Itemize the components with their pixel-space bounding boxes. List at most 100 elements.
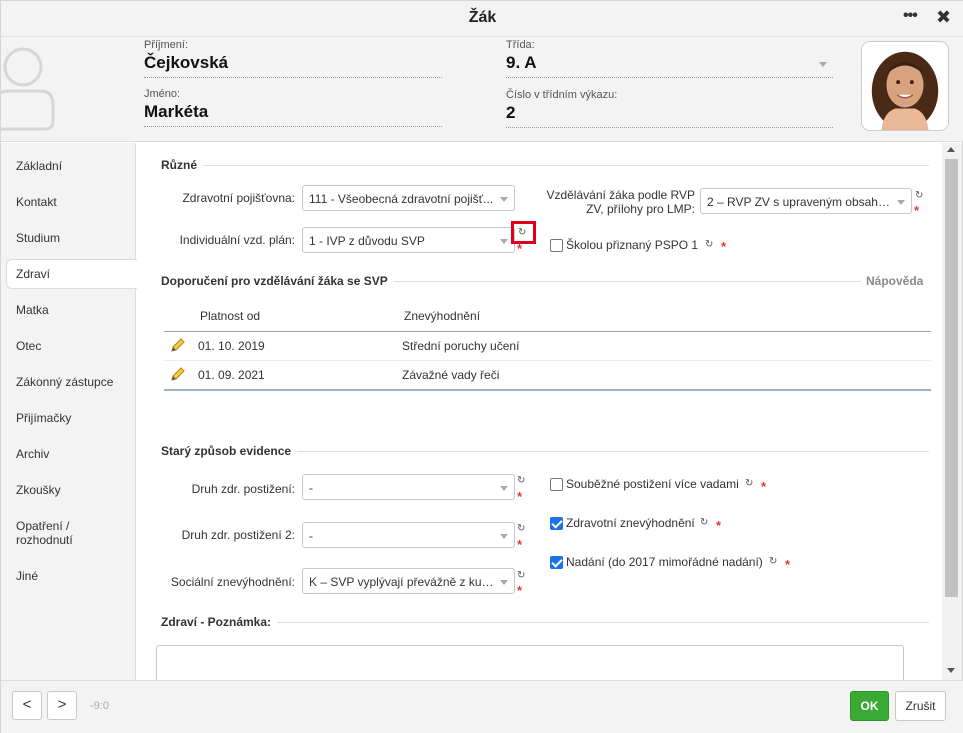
- surname-value: Čejkovská: [144, 53, 442, 78]
- health-panel: Různé Zdravotní pojišťovna: 111 - Všeobe…: [137, 143, 942, 680]
- help-link[interactable]: Nápověda: [866, 274, 923, 288]
- insurance-label: Zdravotní pojišťovna:: [182, 191, 295, 205]
- refresh-icon[interactable]: ↻: [517, 524, 525, 534]
- sidebar: Základní Kontakt Studium Zdraví Matka Ot…: [1, 143, 137, 680]
- note-textarea[interactable]: [156, 645, 904, 680]
- dialog-footer: < > -9:0 OK Zrušit: [1, 680, 963, 733]
- rvp-label-line1: Vzdělávání žáka podle RVP: [546, 188, 695, 202]
- sidebar-item-otec[interactable]: Otec: [1, 339, 136, 353]
- student-photo: [861, 41, 949, 131]
- sidebar-item-jine[interactable]: Jiné: [1, 569, 136, 583]
- refresh-icon[interactable]: ↻: [705, 240, 713, 250]
- pencil-icon[interactable]: [170, 366, 186, 382]
- section-title-poznamka: Zdraví - Poznámka:: [161, 615, 278, 629]
- refresh-icon[interactable]: ↻: [745, 479, 753, 489]
- scrollbar-thumb[interactable]: [945, 159, 958, 597]
- sidebar-item-zakonny-zastupce[interactable]: Zákonný zástupce: [1, 375, 136, 389]
- rvp-label-line2: ZV, přílohy pro LMP:: [586, 202, 695, 216]
- required-marker: *: [761, 479, 767, 494]
- class-label: Třída:: [506, 39, 535, 51]
- user-placeholder-icon: [1, 47, 55, 131]
- druh2-label: Druh zdr. postižení 2:: [181, 528, 295, 542]
- refresh-icon[interactable]: ↻: [915, 191, 923, 201]
- row-date: 01. 10. 2019: [198, 339, 265, 353]
- cancel-button[interactable]: Zrušit: [895, 691, 946, 721]
- soc-select[interactable]: K – SVP vyplývají převážně z kul...: [302, 568, 515, 594]
- surname-field: Příjmení: Čejkovská: [144, 39, 442, 78]
- pspo-label: Školou přiznaný PSPO 1: [566, 238, 699, 252]
- druh2-select[interactable]: -: [302, 522, 515, 548]
- dialog-title: Žák: [468, 9, 497, 26]
- sidebar-item-zdravi[interactable]: Zdraví: [6, 259, 137, 289]
- student-header: Příjmení: Čejkovská Jméno: Markéta Třída…: [1, 37, 963, 142]
- sidebar-item-zakladni[interactable]: Základní: [1, 159, 136, 173]
- soubezne-label: Souběžné postižení více vadami: [566, 477, 739, 491]
- title-bar: Žák ••• ✖: [1, 1, 963, 37]
- next-button[interactable]: >: [47, 691, 77, 720]
- required-marker: *: [517, 241, 523, 256]
- zdr-checkbox[interactable]: [550, 517, 563, 530]
- required-marker: *: [721, 239, 727, 254]
- row-disadvantage: Střední poruchy učení: [402, 339, 520, 353]
- ok-button[interactable]: OK: [850, 691, 889, 721]
- refresh-icon[interactable]: ↻: [517, 476, 525, 486]
- chevron-down-icon: [819, 62, 827, 67]
- required-marker: *: [914, 203, 920, 218]
- required-marker: *: [517, 537, 523, 552]
- class-value[interactable]: 9. A: [506, 53, 833, 78]
- scroll-down-icon[interactable]: [947, 668, 955, 673]
- soc-label: Sociální znevýhodnění:: [170, 575, 295, 589]
- nadani-label: Nadání (do 2017 mimořádné nadání): [566, 555, 763, 569]
- row-date: 01. 09. 2021: [198, 368, 265, 382]
- plan-select[interactable]: 1 - IVP z důvodu SVP: [302, 227, 515, 253]
- zdr-label: Zdravotní znevýhodnění: [566, 516, 695, 530]
- sidebar-item-matka[interactable]: Matka: [1, 303, 136, 317]
- pencil-icon[interactable]: [170, 337, 186, 353]
- name-field: Jméno: Markéta: [144, 88, 442, 127]
- sidebar-item-archiv[interactable]: Archiv: [1, 447, 136, 461]
- rvp-label: Vzdělávání žáka podle RVP ZV, přílohy pr…: [517, 188, 695, 216]
- sidebar-item-opatreni[interactable]: Opatření / rozhodnutí: [1, 519, 111, 547]
- close-icon[interactable]: ✖: [936, 7, 951, 28]
- column-header-disadvantage[interactable]: Znevýhodnění: [404, 309, 480, 323]
- druh-select[interactable]: -: [302, 474, 515, 500]
- required-marker: *: [517, 489, 523, 504]
- class-number-value: 2: [506, 103, 833, 128]
- class-field[interactable]: Třída: 9. A: [506, 39, 833, 78]
- name-value: Markéta: [144, 102, 442, 127]
- name-label: Jméno:: [144, 88, 181, 100]
- previous-button[interactable]: <: [12, 691, 42, 720]
- nadani-checkbox[interactable]: [550, 556, 563, 569]
- scroll-up-icon[interactable]: [947, 147, 955, 152]
- record-counter: -9:0: [90, 700, 109, 712]
- table-header-line: [164, 331, 931, 332]
- plan-label: Individuální vzd. plán:: [179, 233, 295, 247]
- more-menu-icon[interactable]: •••: [903, 7, 918, 25]
- refresh-icon[interactable]: ↻: [518, 228, 526, 238]
- class-number-field: Číslo v třídním výkazu: 2: [506, 89, 833, 128]
- sidebar-item-kontakt[interactable]: Kontakt: [1, 195, 136, 209]
- druh-label: Druh zdr. postižení:: [191, 482, 295, 496]
- student-dialog: Žák ••• ✖ Příjmení: Čejkovská Jméno: Mar…: [0, 0, 963, 733]
- required-marker: *: [716, 518, 722, 533]
- column-header-validity[interactable]: Platnost od: [200, 309, 260, 323]
- section-divider: [161, 165, 929, 166]
- sidebar-item-studium[interactable]: Studium: [1, 231, 136, 245]
- refresh-icon[interactable]: ↻: [700, 518, 708, 528]
- table-footer-line: [164, 389, 931, 391]
- sidebar-item-prijimacky[interactable]: Přijímačky: [1, 411, 136, 425]
- rvp-select[interactable]: 2 – RVP ZV s upraveným obsahe...: [700, 188, 912, 214]
- scrollbar[interactable]: [942, 143, 962, 680]
- required-marker: *: [785, 557, 791, 572]
- refresh-icon[interactable]: ↻: [517, 571, 525, 581]
- section-title-stary: Starý způsob evidence: [161, 444, 298, 458]
- insurance-select[interactable]: 111 - Všeobecná zdravotní pojišť...: [302, 185, 515, 211]
- section-title-doporuceni: Doporučení pro vzdělávání žáka se SVP: [161, 274, 394, 288]
- soubezne-checkbox[interactable]: [550, 478, 563, 491]
- sidebar-item-zkousky[interactable]: Zkoušky: [1, 483, 136, 497]
- row-disadvantage: Závažné vady řeči: [402, 368, 500, 382]
- refresh-icon[interactable]: ↻: [769, 557, 777, 567]
- required-marker: *: [517, 583, 523, 598]
- row-divider: [164, 360, 931, 361]
- pspo-checkbox[interactable]: [550, 239, 563, 252]
